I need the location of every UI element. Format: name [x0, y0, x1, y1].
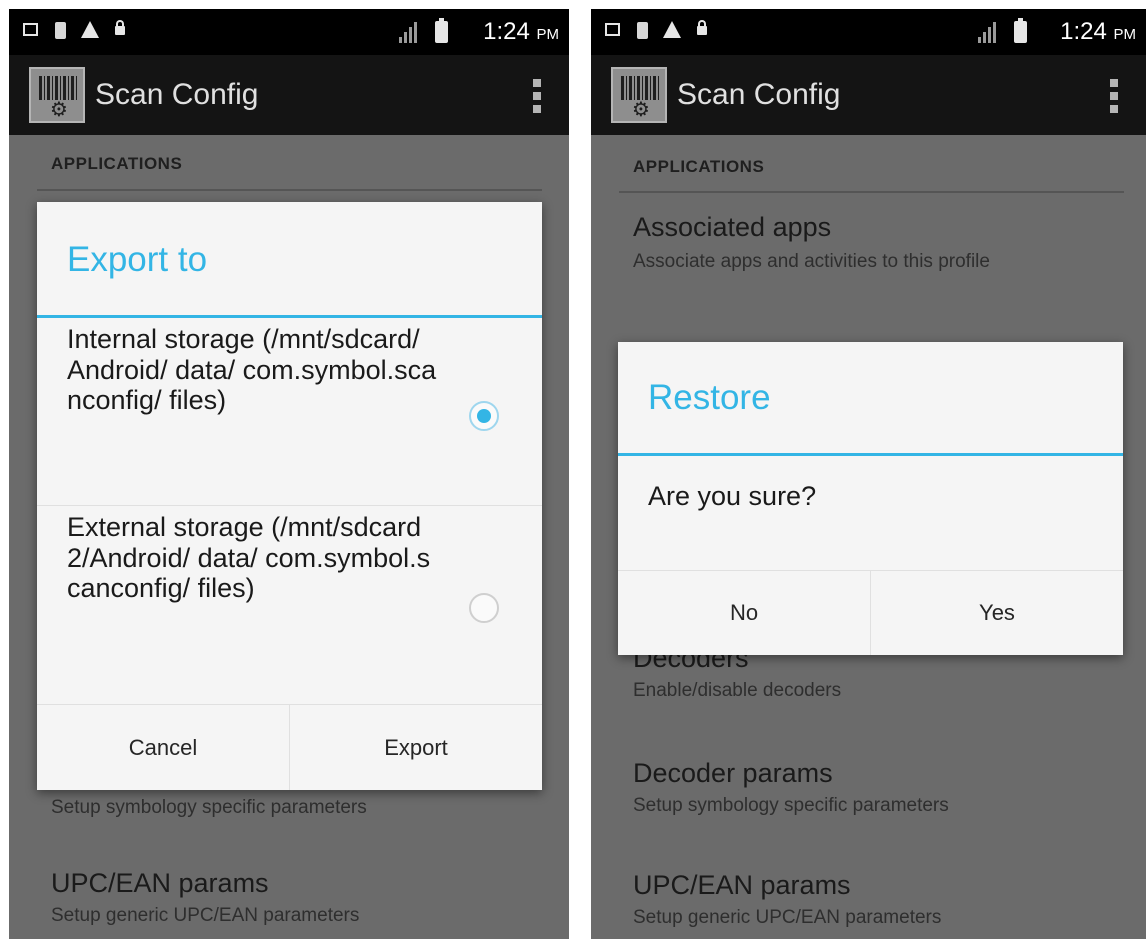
clock: 1:24 PM [1060, 18, 1136, 45]
dialog-title: Export to [67, 240, 208, 279]
option-label: Internal storage (/mnt/sdcard/Android/ d… [67, 324, 437, 415]
list-item-decoder-params[interactable]: Decoder params Setup symbology specific … [633, 757, 949, 819]
barcode-settings-icon[interactable]: ⚙ [611, 67, 667, 123]
list-item-title: Associated apps [633, 212, 832, 242]
list-item[interactable]: Setup symbology specific parameters [51, 795, 367, 821]
list-item-upc-ean-params[interactable]: UPC/EAN params Setup generic UPC/EAN par… [51, 867, 359, 929]
export-dialog: Export to Internal storage (/mnt/sdcard/… [37, 202, 542, 790]
lock-icon [697, 20, 707, 35]
list-item-title: Decoder params [633, 758, 833, 788]
dialog-message: Are you sure? [648, 481, 817, 511]
sim-card-icon [55, 22, 66, 39]
action-bar: ⚙ Scan Config [591, 55, 1146, 135]
list-item-title: UPC/EAN params [633, 870, 851, 900]
list-item-title: UPC/EAN params [51, 868, 269, 898]
list-item-subtitle: Setup generic UPC/EAN parameters [51, 905, 360, 926]
list-item-subtitle: Setup symbology specific parameters [633, 795, 949, 816]
list-item-subtitle: Associate apps and activities to this pr… [633, 251, 990, 272]
dialog-title: Restore [648, 378, 771, 417]
no-sim-signal-icon [978, 19, 996, 43]
option-internal-storage[interactable]: Internal storage (/mnt/sdcard/Android/ d… [37, 318, 542, 505]
clock: 1:24 PM [483, 18, 559, 45]
sim-card-icon [637, 22, 648, 39]
section-header: APPLICATIONS [51, 154, 183, 173]
section-header: APPLICATIONS [633, 157, 765, 176]
app-title: Scan Config [677, 78, 841, 111]
action-bar: ⚙ Scan Config [9, 55, 569, 135]
dialog-button-bar: No Yes [618, 570, 1123, 655]
radio-internal-storage[interactable] [469, 401, 499, 431]
cancel-button[interactable]: Cancel [37, 705, 289, 790]
restore-dialog: Restore Are you sure? No Yes [618, 342, 1123, 655]
screenshot-icon [605, 23, 620, 36]
status-bar: 1:24 PM [9, 9, 569, 55]
no-button[interactable]: No [618, 571, 870, 655]
status-bar: 1:24 PM [591, 9, 1146, 55]
screenshot-icon [23, 23, 38, 36]
phone-screen-restore: 1:24 PM ⚙ Scan Config APPLICATIONS Assoc… [591, 9, 1146, 939]
radio-external-storage[interactable] [469, 593, 499, 623]
overflow-menu-icon[interactable] [533, 79, 541, 113]
barcode-settings-icon[interactable]: ⚙ [29, 67, 85, 123]
list-item-subtitle: Enable/disable decoders [633, 680, 842, 701]
warning-icon [81, 21, 99, 38]
app-title: Scan Config [95, 78, 259, 111]
list-item-associated-apps[interactable]: Associated apps Associate apps and activ… [633, 211, 1063, 275]
list-item-subtitle: Setup generic UPC/EAN parameters [633, 907, 942, 928]
no-sim-signal-icon [399, 19, 417, 43]
section-divider [37, 189, 542, 191]
overflow-menu-icon[interactable] [1110, 79, 1118, 113]
section-divider [619, 191, 1124, 193]
warning-icon [663, 21, 681, 38]
yes-button[interactable]: Yes [870, 571, 1123, 655]
export-button[interactable]: Export [289, 705, 542, 790]
lock-icon [115, 20, 125, 35]
battery-icon [1014, 18, 1027, 43]
dialog-button-bar: Cancel Export [37, 704, 542, 790]
option-external-storage[interactable]: External storage (/mnt/sdcard2/Android/ … [37, 506, 542, 702]
dialog-title-divider [618, 453, 1123, 456]
list-item-subtitle: Setup symbology specific parameters [51, 797, 367, 818]
phone-screen-export: 1:24 PM ⚙ Scan Config APPLICATIONS Setup… [9, 9, 569, 939]
battery-icon [435, 18, 448, 43]
list-item-upc-ean-params[interactable]: UPC/EAN params Setup generic UPC/EAN par… [633, 869, 941, 931]
option-label: External storage (/mnt/sdcard2/Android/ … [67, 512, 431, 603]
